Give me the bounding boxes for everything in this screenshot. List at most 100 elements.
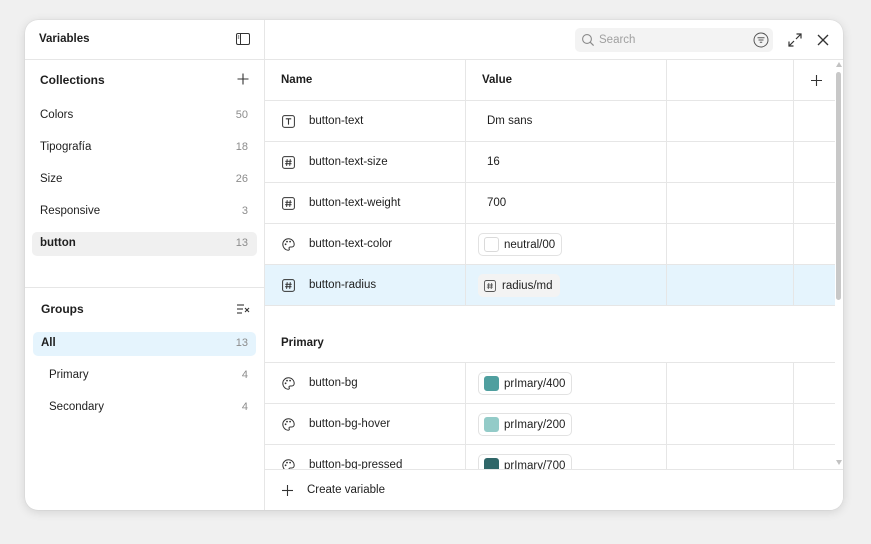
variable-name: button-text xyxy=(309,115,364,127)
empty-cell xyxy=(794,142,835,182)
filter-icon[interactable] xyxy=(753,32,769,48)
variable-value: Dm sans xyxy=(487,115,533,127)
variable-name: button-bg-pressed xyxy=(309,459,403,469)
color-swatch xyxy=(484,458,499,469)
empty-cell xyxy=(794,224,835,264)
collection-count: 13 xyxy=(235,237,248,249)
empty-cell xyxy=(794,363,835,403)
empty-cell xyxy=(667,142,794,182)
table-row[interactable]: button-text Dm sans xyxy=(265,101,835,142)
empty-cell xyxy=(667,445,794,469)
variable-value-cell[interactable]: prImary/700 xyxy=(466,445,667,469)
number-type-icon xyxy=(282,279,295,292)
collection-item-responsive[interactable]: Responsive 3 xyxy=(32,200,257,224)
vertical-scrollbar[interactable] xyxy=(835,60,843,469)
table-row[interactable]: button-text-size 16 xyxy=(265,142,835,183)
number-type-icon xyxy=(282,197,295,210)
close-icon[interactable] xyxy=(815,32,831,48)
table-row[interactable]: button-bg prImary/400 xyxy=(265,363,835,404)
variable-name-cell: button-radius xyxy=(265,265,466,305)
collection-label: Size xyxy=(40,173,63,185)
group-count: 4 xyxy=(241,369,248,381)
add-collection-icon[interactable] xyxy=(236,72,250,86)
color-alias-chip[interactable]: prImary/200 xyxy=(478,413,573,436)
collection-label: button xyxy=(40,237,76,249)
panel-title: Variables xyxy=(39,33,90,45)
sidebar: Variables Collections Colors 50 Tipograf… xyxy=(25,20,265,510)
plus-icon xyxy=(281,484,294,497)
name-column-header: Name xyxy=(265,60,466,100)
table-header-row: Name Value xyxy=(265,60,835,101)
variable-name-cell: button-bg xyxy=(265,363,466,403)
collection-item-button[interactable]: button 13 xyxy=(32,232,257,256)
table-row[interactable]: button-bg-pressed prImary/700 xyxy=(265,445,835,469)
search-input[interactable] xyxy=(599,31,744,49)
variable-name: button-bg xyxy=(309,377,358,389)
table-row[interactable]: button-bg-hover prImary/200 xyxy=(265,404,835,445)
clear-groups-icon[interactable] xyxy=(236,302,250,316)
color-type-icon xyxy=(282,418,295,431)
collection-item-size[interactable]: Size 26 xyxy=(32,168,257,192)
scroll-up-arrow[interactable] xyxy=(836,62,842,67)
collection-item-colors[interactable]: Colors 50 xyxy=(32,104,257,128)
empty-cell xyxy=(667,363,794,403)
collection-count: 3 xyxy=(241,205,248,217)
variable-value-cell[interactable]: prImary/200 xyxy=(466,404,667,444)
empty-cell xyxy=(794,183,835,223)
variable-name-cell: button-text xyxy=(265,101,466,141)
empty-cell xyxy=(794,445,835,469)
variable-value-cell[interactable]: 16 xyxy=(466,142,667,182)
color-alias-chip[interactable]: prImary/400 xyxy=(478,372,573,395)
collection-label: Tipografía xyxy=(40,141,92,153)
color-swatch xyxy=(484,237,499,252)
empty-column-header xyxy=(667,60,794,100)
add-mode-icon[interactable] xyxy=(810,74,823,87)
add-mode-column xyxy=(794,60,835,100)
color-alias-chip[interactable]: prImary/700 xyxy=(478,454,573,469)
variable-name-cell: button-bg-hover xyxy=(265,404,466,444)
collection-count: 18 xyxy=(235,141,248,153)
collection-count: 26 xyxy=(235,173,248,185)
group-item-secondary[interactable]: Secondary 4 xyxy=(33,396,256,420)
variable-value-cell[interactable]: 700 xyxy=(466,183,667,223)
variable-value-cell[interactable]: Dm sans xyxy=(466,101,667,141)
table-row-selected[interactable]: button-radius radius/md xyxy=(265,265,835,306)
variable-value-cell[interactable]: radius/md xyxy=(466,265,667,305)
empty-cell xyxy=(667,265,794,305)
variable-name: button-radius xyxy=(309,279,377,291)
variable-name-cell: button-bg-pressed xyxy=(265,445,466,469)
group-item-primary[interactable]: Primary 4 xyxy=(33,364,256,388)
scroll-down-arrow[interactable] xyxy=(836,460,842,465)
variables-panel: Variables Collections Colors 50 Tipograf… xyxy=(25,20,843,510)
group-count: 4 xyxy=(241,401,248,413)
alias-name: prImary/400 xyxy=(504,377,566,390)
collection-label: Responsive xyxy=(40,205,101,217)
variable-value-cell[interactable]: neutral/00 xyxy=(466,224,667,264)
color-alias-chip[interactable]: neutral/00 xyxy=(478,233,563,256)
group-count: 13 xyxy=(235,337,248,349)
sidebar-header: Variables xyxy=(25,20,264,60)
search-box[interactable] xyxy=(575,28,773,52)
table-row[interactable]: button-text-weight 700 xyxy=(265,183,835,224)
collection-count: 50 xyxy=(235,109,248,121)
create-variable-button[interactable]: Create variable xyxy=(265,469,843,510)
table-row[interactable]: button-text-color neutral/00 xyxy=(265,224,835,265)
variable-value-cell[interactable]: prImary/400 xyxy=(466,363,667,403)
variable-value: 700 xyxy=(487,197,507,209)
number-alias-chip[interactable]: radius/md xyxy=(478,274,560,297)
scroll-thumb[interactable] xyxy=(836,72,841,300)
empty-cell xyxy=(667,224,794,264)
group-item-all[interactable]: All 13 xyxy=(33,332,256,356)
empty-cell xyxy=(667,101,794,141)
collection-label: Colors xyxy=(40,109,74,121)
main-area: Name Value button-text Dm xyxy=(265,20,843,510)
collection-item-tipografia[interactable]: Tipografía 18 xyxy=(32,136,257,160)
expand-icon[interactable] xyxy=(787,32,803,48)
groups-header: Groups xyxy=(25,288,264,328)
sidebar-toggle-icon[interactable] xyxy=(236,33,250,45)
group-label: Secondary xyxy=(49,401,104,413)
empty-cell xyxy=(794,265,835,305)
color-type-icon xyxy=(282,238,295,251)
empty-cell xyxy=(667,404,794,444)
variable-name: button-text-weight xyxy=(309,197,401,209)
